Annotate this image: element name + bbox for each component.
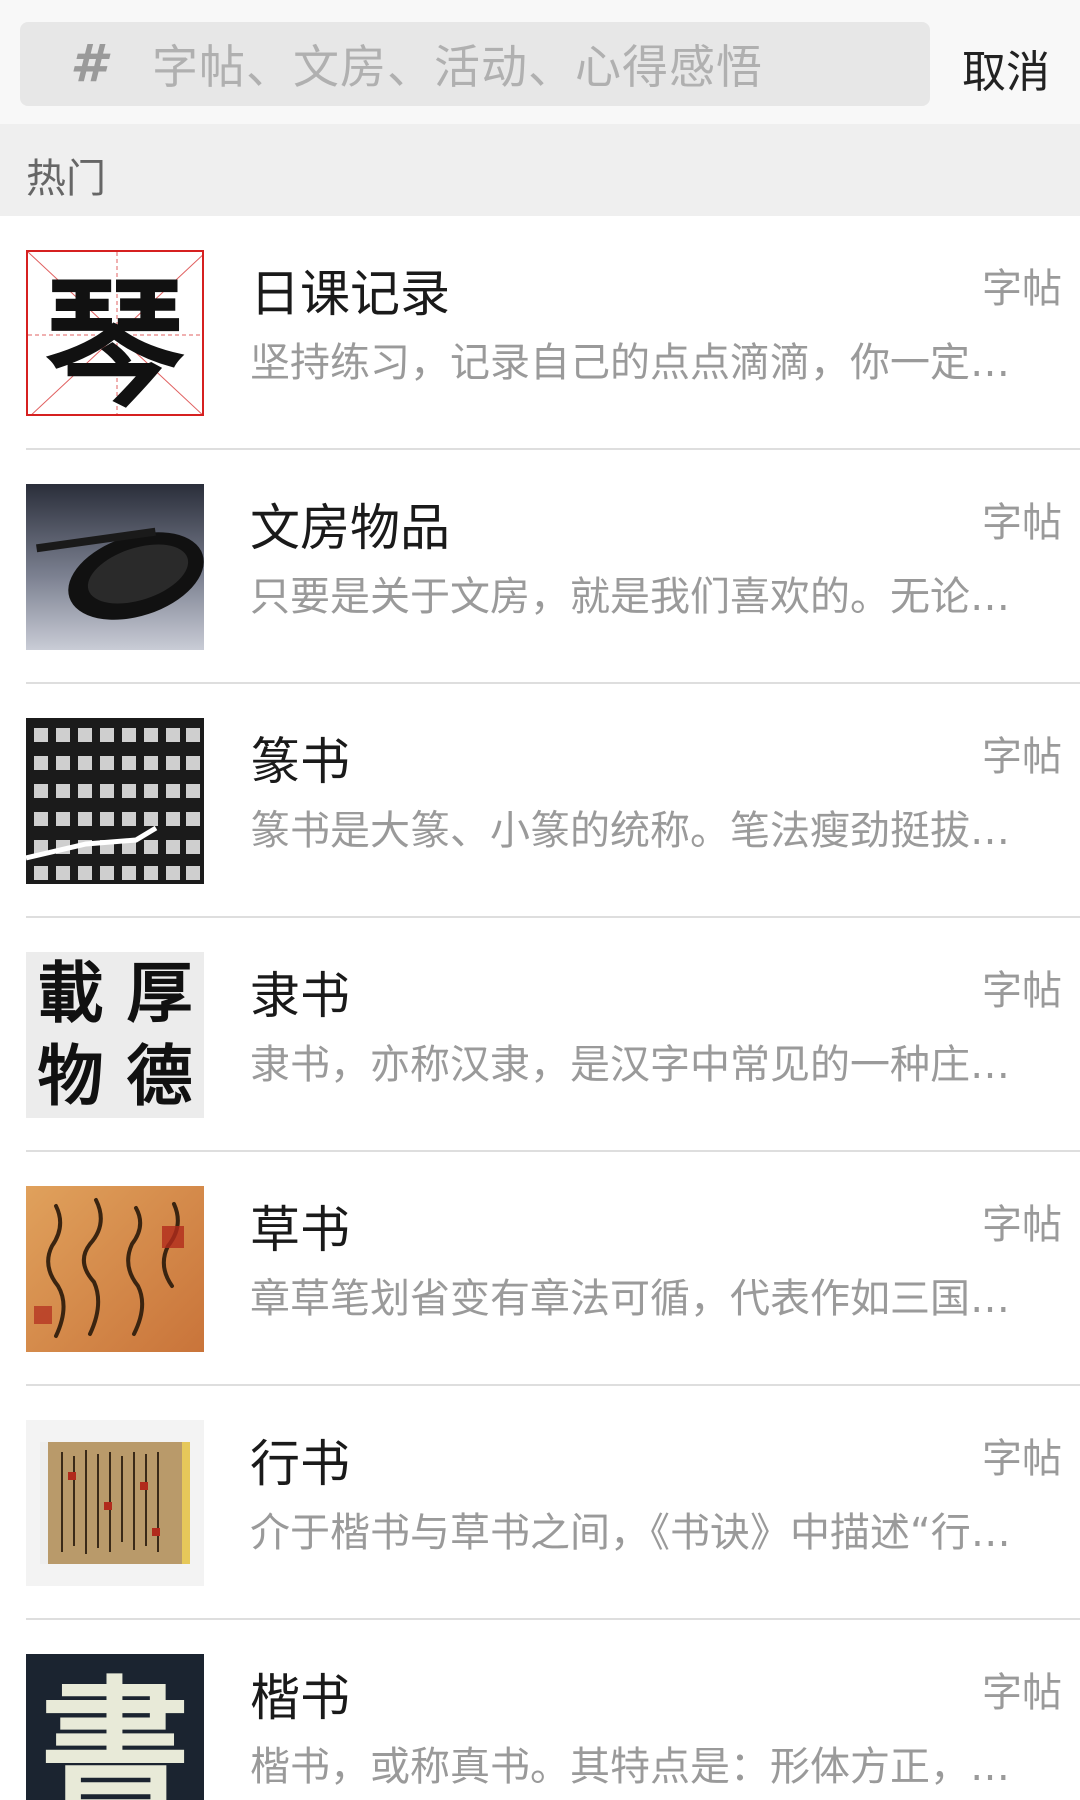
- item-title: 日课记录: [250, 265, 450, 323]
- item-description: 隶书，亦称汉隶，是汉字中常见的一种庄…: [250, 1042, 1010, 1088]
- search-placeholder: 字帖、文房、活动、心得感悟: [152, 40, 763, 94]
- thumbnail-image: 書: [26, 1654, 204, 1800]
- thumbnail-glyph: 厚: [126, 954, 193, 1032]
- list-item[interactable]: 草书 字帖 章草笔划省变有章法可循，代表作如三国…: [0, 1152, 1080, 1386]
- item-description: 介于楷书与草书之间，《书诀》中描述“行…: [250, 1510, 1011, 1556]
- thumbnail-image: [26, 1420, 204, 1586]
- list-item[interactable]: 篆书 字帖 篆书是大篆、小篆的统称。笔法瘦劲挺拔…: [0, 684, 1080, 918]
- item-title: 行书: [250, 1435, 350, 1493]
- search-bar: # 字帖、文房、活动、心得感悟 取消: [0, 0, 1080, 124]
- thumbnail-glyph: 物: [37, 1037, 104, 1115]
- section-title: 热门: [26, 156, 106, 202]
- list-item[interactable]: 行书 字帖 介于楷书与草书之间，《书诀》中描述“行…: [0, 1386, 1080, 1620]
- thumbnail-glyph: 琴: [44, 263, 185, 416]
- hash-icon: #: [70, 34, 107, 94]
- list-item[interactable]: 書 楷书 字帖 楷书，或称真书。其特点是：形体方正，…: [0, 1620, 1080, 1800]
- item-title: 隶书: [250, 967, 350, 1025]
- thumbnail-image: [26, 484, 204, 650]
- item-tag: 字帖: [982, 968, 1062, 1014]
- item-description: 楷书，或称真书。其特点是：形体方正，…: [250, 1744, 1010, 1790]
- item-tag: 字帖: [982, 1202, 1062, 1248]
- item-description: 篆书是大篆、小篆的统称。笔法瘦劲挺拔…: [250, 808, 1010, 854]
- list-item[interactable]: 載 厚 物 德 隶书 字帖 隶书，亦称汉隶，是汉字中常见的一种庄…: [0, 918, 1080, 1152]
- item-title: 楷书: [250, 1669, 350, 1727]
- section-header: 热门: [0, 124, 1080, 216]
- search-input[interactable]: # 字帖、文房、活动、心得感悟: [20, 22, 930, 106]
- scroll-painting: [40, 1442, 190, 1564]
- item-description: 坚持练习，记录自己的点点滴滴，你一定…: [250, 340, 1010, 386]
- item-tag: 字帖: [982, 266, 1062, 312]
- item-description: 只要是关于文房，就是我们喜欢的。无论…: [250, 574, 1010, 620]
- thumbnail-glyph: 載: [37, 954, 104, 1032]
- thumbnail-image: [26, 718, 204, 884]
- thumbnail-image: 載 厚 物 德: [26, 952, 204, 1118]
- cancel-button[interactable]: 取消: [962, 36, 1050, 100]
- thumbnail-glyph: 書: [39, 1661, 190, 1800]
- thumbnail-glyph: 德: [126, 1037, 193, 1115]
- item-tag: 字帖: [982, 734, 1062, 780]
- thumbnail-image: 琴: [26, 250, 204, 416]
- thumbnail-glyphs: 載 厚 物 德: [26, 952, 204, 1118]
- thumbnail-image: [26, 1186, 204, 1352]
- list-item[interactable]: 琴 日课记录 字帖 坚持练习，记录自己的点点滴滴，你一定…: [0, 216, 1080, 450]
- item-title: 草书: [250, 1201, 350, 1259]
- item-tag: 字帖: [982, 1436, 1062, 1482]
- item-title: 篆书: [250, 733, 350, 791]
- topic-list: 琴 日课记录 字帖 坚持练习，记录自己的点点滴滴，你一定… 文房物品 字帖 只要…: [0, 216, 1080, 1800]
- item-title: 文房物品: [250, 499, 450, 557]
- item-tag: 字帖: [982, 1670, 1062, 1716]
- item-tag: 字帖: [982, 500, 1062, 546]
- item-description: 章草笔划省变有章法可循，代表作如三国…: [250, 1276, 1010, 1322]
- list-item[interactable]: 文房物品 字帖 只要是关于文房，就是我们喜欢的。无论…: [0, 450, 1080, 684]
